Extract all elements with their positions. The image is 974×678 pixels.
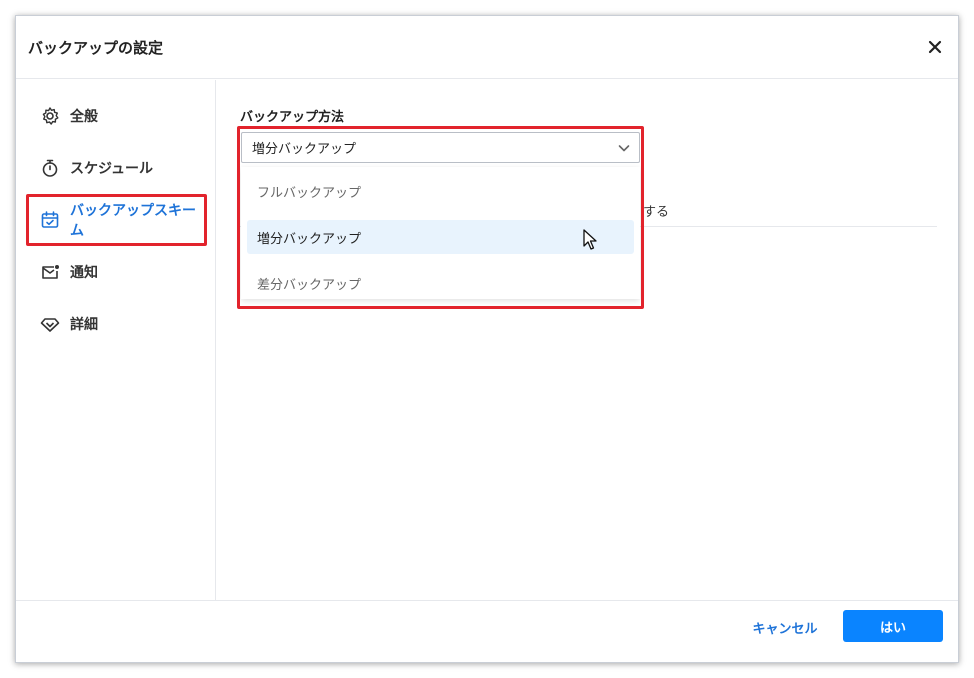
sidebar-item-label: バックアップスキーム <box>70 203 196 239</box>
dialog-title: バックアップの設定 <box>28 39 164 57</box>
option-incremental-backup[interactable]: 増分バックアップ <box>247 220 634 254</box>
settings-sidebar: 全般 スケジュール バックアップスキーム 通知 詳細 <box>16 80 216 600</box>
sidebar-item-label: 全般 <box>70 109 98 125</box>
calendar-check-icon <box>40 210 60 230</box>
option-text-partial: する <box>643 205 670 220</box>
dialog-footer: キャンセル はい <box>16 600 958 662</box>
sidebar-item-schedule[interactable]: スケジュール <box>26 144 206 192</box>
sidebar-item-backup-scheme[interactable]: バックアップスキーム <box>26 196 206 244</box>
stopwatch-icon <box>40 158 60 178</box>
settings-content: バックアップ方法 増分バックアップ する フルバックアップ 増分バックアップ 差… <box>217 80 958 600</box>
mouse-cursor-icon <box>583 229 597 250</box>
sidebar-item-general[interactable]: 全般 <box>26 92 206 140</box>
sidebar-item-notification[interactable]: 通知 <box>26 248 206 296</box>
backup-method-select[interactable]: 増分バックアップ <box>241 132 640 163</box>
backup-method-dropdown: フルバックアップ 増分バックアップ 差分バックアップ <box>241 167 640 299</box>
sidebar-item-advanced[interactable]: 詳細 <box>26 300 206 348</box>
option-full-backup[interactable]: フルバックアップ <box>247 174 634 208</box>
cancel-button[interactable]: キャンセル <box>751 611 819 643</box>
ok-button[interactable]: はい <box>843 610 943 642</box>
sidebar-item-label: 詳細 <box>70 317 98 333</box>
sidebar-item-label: スケジュール <box>70 161 154 177</box>
close-button[interactable] <box>926 38 944 56</box>
gear-icon <box>40 106 60 126</box>
dialog-titlebar: バックアップの設定 <box>16 16 958 79</box>
chevron-down-icon <box>618 145 630 152</box>
option-differential-backup[interactable]: 差分バックアップ <box>247 266 634 300</box>
sidebar-item-label: 通知 <box>70 265 98 281</box>
diamond-icon <box>40 314 60 334</box>
close-icon <box>928 40 942 54</box>
select-value: 増分バックアップ <box>252 142 357 157</box>
backup-settings-dialog: バックアップの設定 全般 スケジュール バックアップスキーム 通知 詳細 バック… <box>15 15 959 663</box>
mail-icon <box>40 262 60 282</box>
backup-method-label: バックアップ方法 <box>240 110 345 125</box>
